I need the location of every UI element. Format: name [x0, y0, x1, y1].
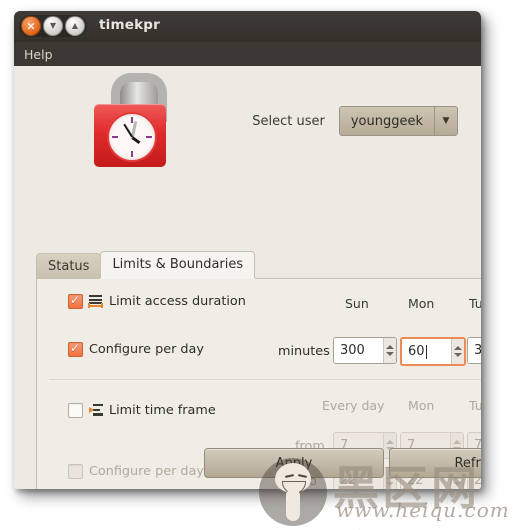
tab-bar: Status Limits & Boundaries: [36, 251, 256, 278]
configure-per-day-duration-label: Configure per day: [89, 342, 204, 357]
day-header-mon-tf: Mon: [408, 398, 435, 413]
minutes-spinner-sun[interactable]: 300: [333, 337, 397, 364]
list-lines-icon: [88, 295, 103, 308]
penguin-body: [286, 490, 300, 521]
user-dropdown-value: younggeek: [339, 107, 434, 135]
spinner-down-icon: [453, 482, 462, 486]
clock-tick: [146, 136, 152, 138]
tab-status[interactable]: Status: [36, 253, 102, 278]
window-titlebar[interactable]: × ▼ ▲ timekpr: [14, 11, 481, 42]
limit-time-frame-checkbox[interactable]: [68, 403, 83, 418]
client-area: Select user younggeek ▼ Status Limits & …: [14, 66, 481, 489]
padlock-body: [94, 104, 166, 167]
clock-tick: [131, 117, 133, 123]
clock-tick: [131, 151, 133, 157]
day-header-tue: Tue: [469, 296, 481, 311]
chevron-down-icon: ▼: [434, 107, 457, 135]
select-user-row: Select user younggeek ▼: [252, 106, 458, 136]
spinner-up-icon[interactable]: [454, 346, 463, 350]
window-controls: × ▼ ▲: [19, 15, 87, 37]
timekpr-window: × ▼ ▲ timekpr Help Select user younggeek…: [14, 11, 481, 489]
section-divider: [49, 379, 481, 380]
menubar: Help: [14, 42, 481, 66]
minutes-label: minutes: [278, 344, 330, 359]
padlock-clock-logo: [86, 73, 174, 167]
day-header-sun: Sun: [345, 296, 369, 311]
tab-limits-and-boundaries[interactable]: Limits & Boundaries: [100, 251, 256, 278]
screenshot-root: × ▼ ▲ timekpr Help Select user younggeek…: [0, 0, 514, 530]
spinner-down-icon: [386, 482, 395, 486]
clock-hour-hand: [131, 135, 141, 144]
clock-tick: [112, 136, 118, 138]
clock-face: [107, 112, 157, 162]
minutes-value-mon[interactable]: 60: [402, 339, 452, 364]
list-arrow-icon: [89, 404, 103, 417]
minimize-icon[interactable]: ▼: [43, 16, 63, 36]
limit-access-duration-checkbox[interactable]: [68, 293, 83, 309]
limit-time-frame-label: Limit time frame: [109, 403, 216, 418]
refresh-button[interactable]: Refresh: [389, 448, 481, 478]
select-user-label: Select user: [252, 113, 325, 129]
spinner-up-icon[interactable]: [386, 345, 395, 349]
minimize-glyph: ▼: [49, 21, 57, 30]
spinner-buttons[interactable]: [451, 339, 464, 364]
maximize-glyph: ▲: [71, 21, 79, 30]
spinner-buttons[interactable]: [383, 338, 396, 363]
apply-button[interactable]: Apply: [204, 448, 384, 478]
day-header-tue-tf: Tue: [469, 398, 481, 413]
minutes-spinner-mon[interactable]: 60: [400, 337, 466, 366]
maximize-icon[interactable]: ▲: [65, 16, 85, 36]
limit-access-duration-label: Limit access duration: [109, 294, 246, 309]
limit-time-frame-row[interactable]: Limit time frame: [68, 403, 216, 418]
configure-per-day-duration-checkbox[interactable]: [68, 341, 83, 357]
watermark-url: www.heiqu.com: [336, 498, 510, 522]
header-row: Select user younggeek ▼: [14, 66, 481, 172]
day-header-mon: Mon: [408, 296, 435, 311]
configure-per-day-duration-row[interactable]: Configure per day: [68, 341, 204, 357]
close-icon[interactable]: ×: [21, 16, 41, 36]
close-glyph: ×: [26, 19, 36, 33]
minutes-value-sun[interactable]: 300: [334, 338, 384, 363]
button-bar: Apply Refresh: [14, 448, 481, 480]
window-title: timekpr: [99, 17, 161, 33]
user-dropdown[interactable]: younggeek ▼: [338, 106, 458, 136]
minutes-value-tue[interactable]: 300: [468, 338, 481, 363]
menu-item-help[interactable]: Help: [16, 44, 61, 65]
day-header-every-day: Every day: [322, 398, 385, 413]
minutes-spinner-tue[interactable]: 300: [467, 337, 481, 364]
limit-access-duration-row[interactable]: Limit access duration: [68, 293, 246, 309]
spinner-up-icon: [386, 440, 395, 444]
spinner-down-icon[interactable]: [454, 353, 463, 357]
spinner-down-icon[interactable]: [386, 352, 395, 356]
spinner-up-icon: [453, 440, 462, 444]
